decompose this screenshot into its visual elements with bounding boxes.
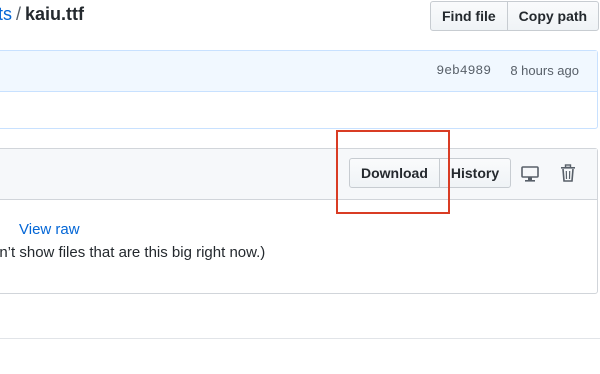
breadcrumb-separator: / [16,4,22,24]
view-raw-link[interactable]: View raw [19,221,80,238]
breadcrumb: ts / kaiu.ttf [0,4,84,25]
file-name: kaiu.ttf [25,4,85,24]
file-box: Download History View raw an’t show file… [0,148,598,294]
breadcrumb-parent-link[interactable]: ts [0,4,12,24]
download-highlight-box [336,130,450,214]
commit-time: 8 hours ago [510,63,579,78]
file-too-big-message: an’t show files that are this big right … [0,244,266,261]
find-file-button[interactable]: Find file [430,1,508,31]
file-navigation-actions: Find file Copy path [430,1,600,31]
trash-icon[interactable] [556,161,580,185]
divider [0,338,600,339]
commit-sha-link[interactable]: 9eb4989 [436,63,491,78]
commit-bar: 9eb4989 8 hours ago [0,51,597,92]
commit-tease: 9eb4989 8 hours ago [0,50,598,129]
desktop-monitor-icon[interactable] [518,162,542,186]
file-header: Download History [0,149,597,200]
copy-path-button[interactable]: Copy path [506,1,600,31]
